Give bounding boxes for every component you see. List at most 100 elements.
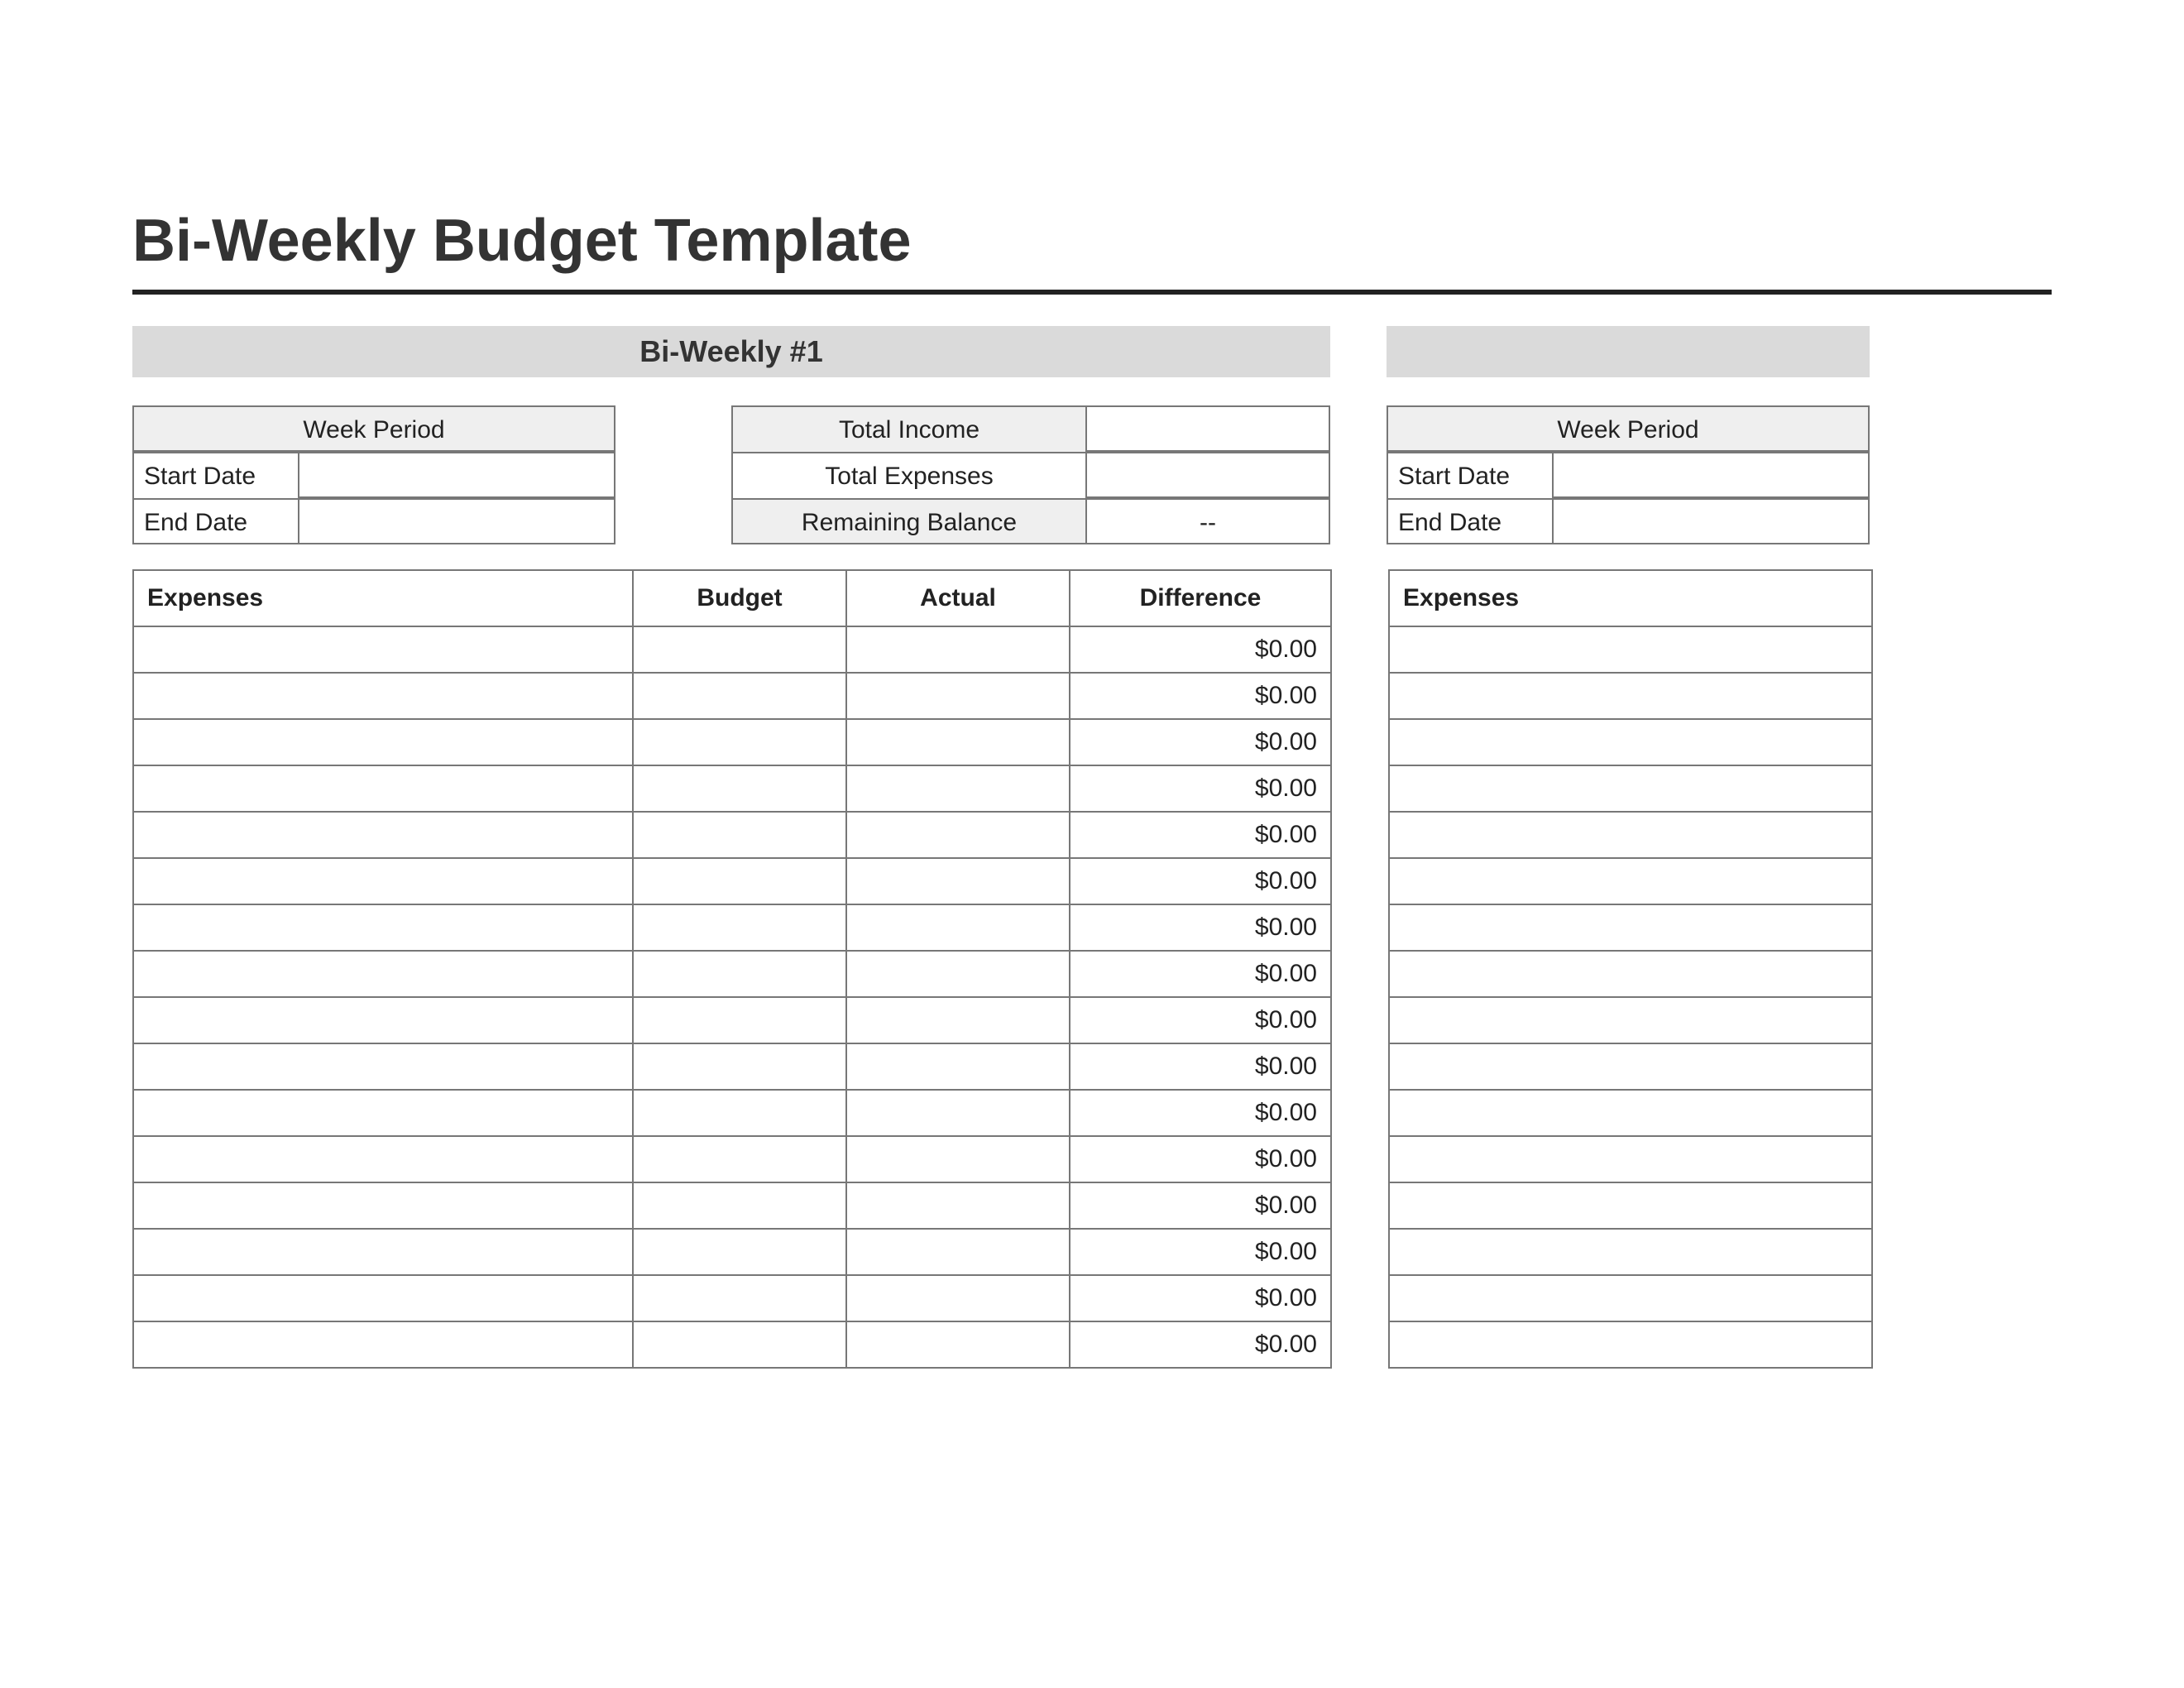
col-header-expenses-right: Expenses bbox=[1389, 570, 1872, 626]
budget-cell[interactable] bbox=[633, 1321, 846, 1368]
total-income-label: Total Income bbox=[731, 405, 1085, 452]
start-date-label-right: Start Date bbox=[1387, 452, 1552, 498]
total-expenses-value[interactable] bbox=[1085, 452, 1330, 498]
end-date-label-right: End Date bbox=[1387, 498, 1552, 544]
table-row: $0.00 bbox=[133, 858, 1331, 904]
budget-cell[interactable] bbox=[633, 997, 846, 1043]
actual-cell[interactable] bbox=[846, 673, 1070, 719]
actual-cell[interactable] bbox=[846, 858, 1070, 904]
budget-cell[interactable] bbox=[633, 1182, 846, 1229]
expense-cell[interactable] bbox=[133, 997, 633, 1043]
budget-cell[interactable] bbox=[633, 951, 846, 997]
expense-cell[interactable] bbox=[1389, 1321, 1872, 1368]
expense-cell[interactable] bbox=[133, 1090, 633, 1136]
expense-cell[interactable] bbox=[133, 1182, 633, 1229]
col-header-expenses: Expenses bbox=[133, 570, 633, 626]
expense-cell[interactable] bbox=[1389, 812, 1872, 858]
expense-cell[interactable] bbox=[1389, 1275, 1872, 1321]
actual-cell[interactable] bbox=[846, 1275, 1070, 1321]
actual-cell[interactable] bbox=[846, 1182, 1070, 1229]
end-date-input-left[interactable] bbox=[298, 498, 615, 544]
budget-cell[interactable] bbox=[633, 812, 846, 858]
expense-cell[interactable] bbox=[1389, 1182, 1872, 1229]
table-row: $0.00 bbox=[133, 1321, 1331, 1368]
expense-cell[interactable] bbox=[1389, 719, 1872, 765]
start-date-input-right[interactable] bbox=[1552, 452, 1870, 498]
table-row: $0.00 bbox=[133, 1182, 1331, 1229]
budget-cell[interactable] bbox=[633, 765, 846, 812]
table-row bbox=[1389, 719, 1872, 765]
actual-cell[interactable] bbox=[846, 1321, 1070, 1368]
table-row bbox=[1389, 904, 1872, 951]
section-header-right bbox=[1387, 326, 1870, 377]
difference-cell: $0.00 bbox=[1070, 673, 1331, 719]
table-row bbox=[1389, 765, 1872, 812]
budget-cell[interactable] bbox=[633, 858, 846, 904]
start-date-input-left[interactable] bbox=[298, 452, 615, 498]
expense-cell[interactable] bbox=[1389, 765, 1872, 812]
actual-cell[interactable] bbox=[846, 812, 1070, 858]
expense-cell[interactable] bbox=[133, 1136, 633, 1182]
actual-cell[interactable] bbox=[846, 1229, 1070, 1275]
expense-cell[interactable] bbox=[1389, 626, 1872, 673]
expense-cell[interactable] bbox=[1389, 951, 1872, 997]
actual-cell[interactable] bbox=[846, 997, 1070, 1043]
expense-cell[interactable] bbox=[133, 626, 633, 673]
expense-cell[interactable] bbox=[133, 719, 633, 765]
budget-cell[interactable] bbox=[633, 1043, 846, 1090]
expense-cell[interactable] bbox=[133, 1275, 633, 1321]
expense-cell[interactable] bbox=[133, 673, 633, 719]
table-row: $0.00 bbox=[133, 765, 1331, 812]
col-header-actual: Actual bbox=[846, 570, 1070, 626]
expense-cell[interactable] bbox=[1389, 1043, 1872, 1090]
end-date-input-right[interactable] bbox=[1552, 498, 1870, 544]
table-header-row-left: Expenses Budget Actual Difference bbox=[133, 570, 1331, 626]
table-row: $0.00 bbox=[133, 1229, 1331, 1275]
actual-cell[interactable] bbox=[846, 765, 1070, 812]
expense-cell[interactable] bbox=[1389, 1136, 1872, 1182]
budget-cell[interactable] bbox=[633, 626, 846, 673]
budget-cell[interactable] bbox=[633, 673, 846, 719]
expense-cell[interactable] bbox=[133, 1229, 633, 1275]
budget-cell[interactable] bbox=[633, 1090, 846, 1136]
expense-cell[interactable] bbox=[1389, 1090, 1872, 1136]
title-rule bbox=[132, 290, 2052, 295]
actual-cell[interactable] bbox=[846, 904, 1070, 951]
table-row bbox=[1389, 1136, 1872, 1182]
actual-cell[interactable] bbox=[846, 626, 1070, 673]
expense-cell[interactable] bbox=[133, 951, 633, 997]
table-row bbox=[1389, 812, 1872, 858]
expense-cell[interactable] bbox=[133, 904, 633, 951]
actual-cell[interactable] bbox=[846, 1090, 1070, 1136]
expense-cell[interactable] bbox=[133, 1043, 633, 1090]
expense-cell[interactable] bbox=[133, 812, 633, 858]
actual-cell[interactable] bbox=[846, 1043, 1070, 1090]
budget-cell[interactable] bbox=[633, 1229, 846, 1275]
difference-cell: $0.00 bbox=[1070, 1136, 1331, 1182]
week-period-header-left: Week Period bbox=[132, 405, 615, 452]
difference-cell: $0.00 bbox=[1070, 997, 1331, 1043]
expense-cell[interactable] bbox=[1389, 997, 1872, 1043]
table-row: $0.00 bbox=[133, 1275, 1331, 1321]
expense-cell[interactable] bbox=[1389, 904, 1872, 951]
expense-cell[interactable] bbox=[133, 1321, 633, 1368]
table-row bbox=[1389, 997, 1872, 1043]
col-header-budget: Budget bbox=[633, 570, 846, 626]
expense-cell[interactable] bbox=[133, 858, 633, 904]
budget-cell[interactable] bbox=[633, 719, 846, 765]
expense-cell[interactable] bbox=[1389, 673, 1872, 719]
budget-cell[interactable] bbox=[633, 904, 846, 951]
expense-cell[interactable] bbox=[133, 765, 633, 812]
difference-cell: $0.00 bbox=[1070, 1229, 1331, 1275]
total-income-value[interactable] bbox=[1085, 405, 1330, 452]
table-row: $0.00 bbox=[133, 904, 1331, 951]
budget-cell[interactable] bbox=[633, 1136, 846, 1182]
actual-cell[interactable] bbox=[846, 951, 1070, 997]
budget-cell[interactable] bbox=[633, 1275, 846, 1321]
difference-cell: $0.00 bbox=[1070, 1043, 1331, 1090]
actual-cell[interactable] bbox=[846, 1136, 1070, 1182]
expense-cell[interactable] bbox=[1389, 858, 1872, 904]
table-row: $0.00 bbox=[133, 1090, 1331, 1136]
actual-cell[interactable] bbox=[846, 719, 1070, 765]
expense-cell[interactable] bbox=[1389, 1229, 1872, 1275]
